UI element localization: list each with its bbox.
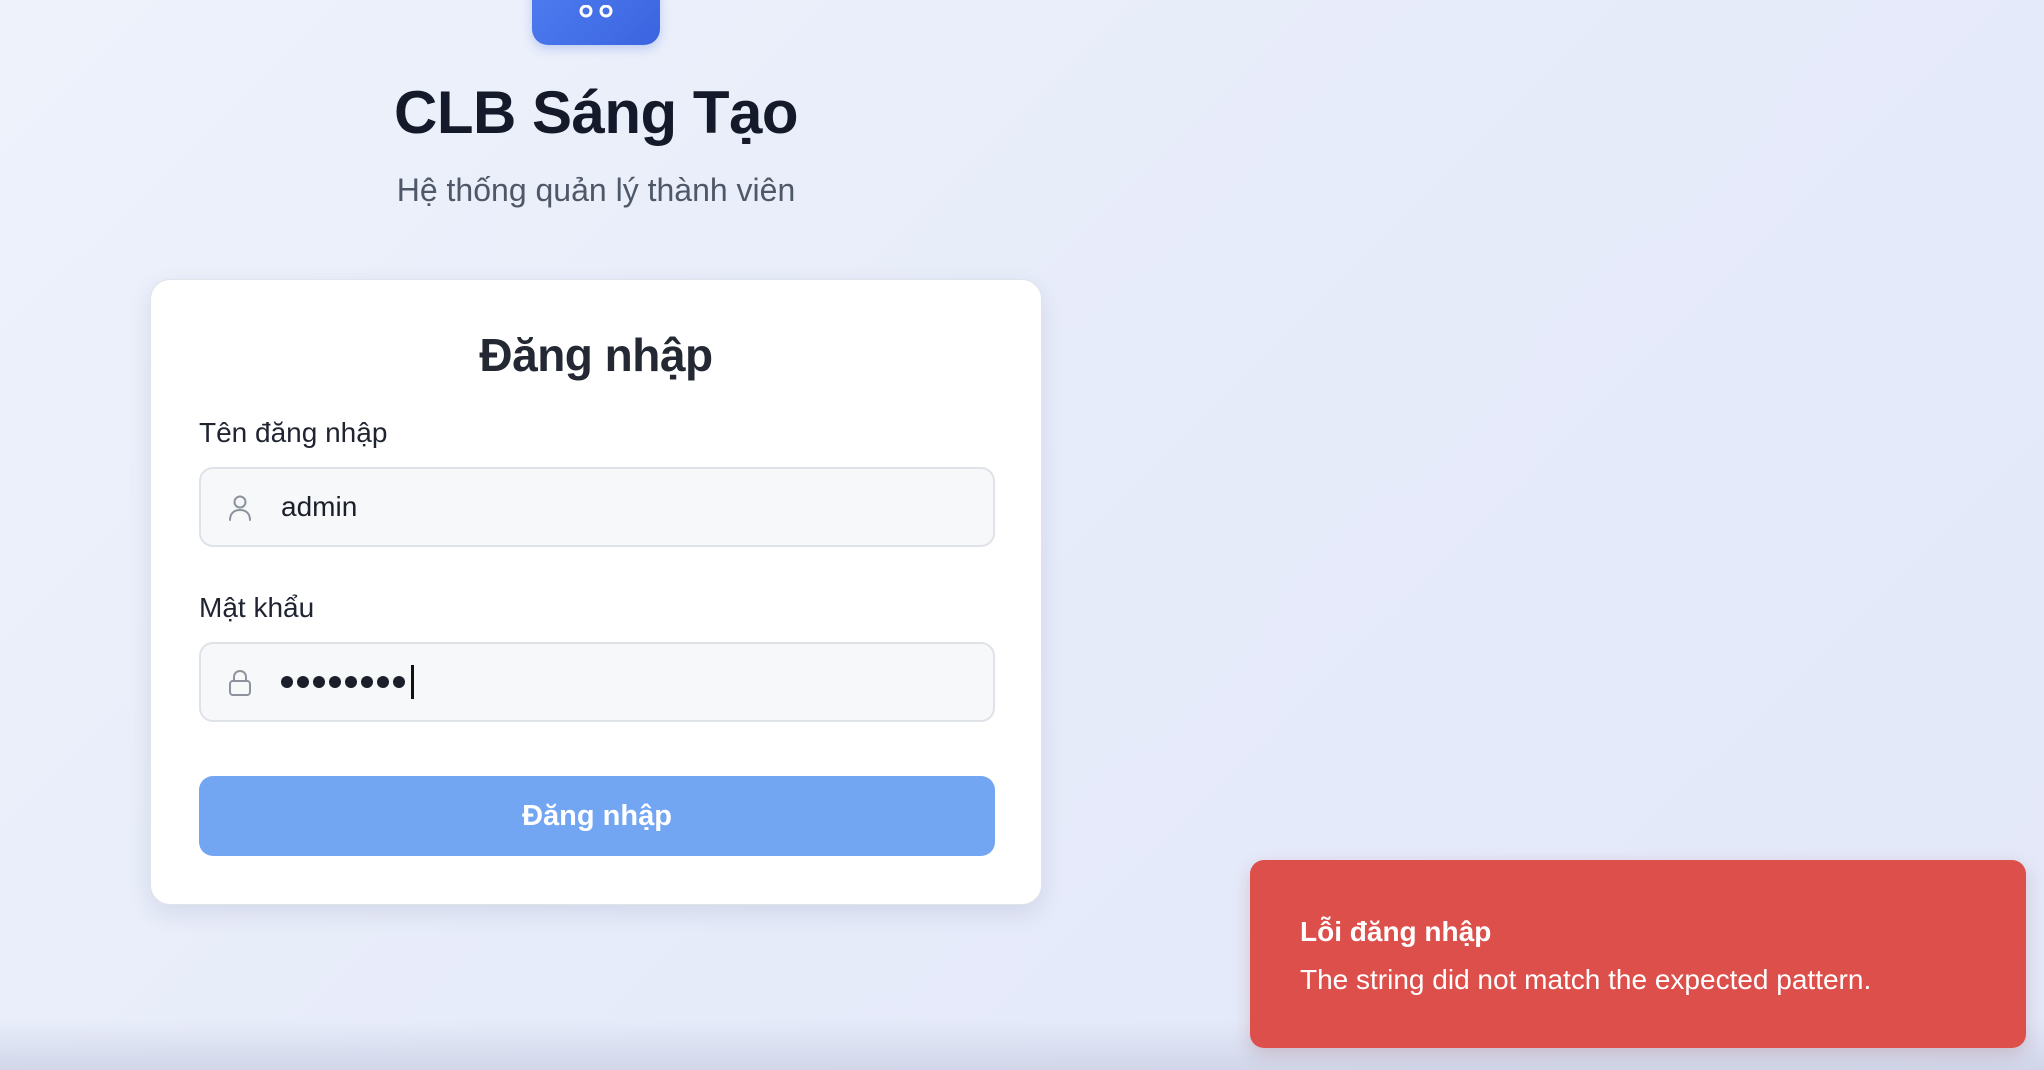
password-dot: [297, 676, 309, 688]
text-caret: [411, 665, 414, 699]
user-icon: [229, 495, 251, 521]
password-dot: [313, 676, 325, 688]
username-field[interactable]: admin: [199, 467, 995, 547]
login-button[interactable]: Đăng nhập: [199, 776, 995, 856]
username-value: admin: [281, 491, 358, 522]
app-logo: [532, 0, 660, 45]
app-subtitle: Hệ thống quản lý thành viên: [396, 172, 796, 208]
password-dot: [377, 676, 389, 688]
error-toast[interactable]: Lỗi đăng nhập The string did not match t…: [1250, 860, 2026, 1048]
login-heading: Đăng nhập: [479, 329, 713, 381]
users-icon: [579, 5, 613, 18]
password-field[interactable]: [199, 642, 995, 722]
lock-icon: [229, 669, 251, 696]
login-card: Đăng nhập Tên đăng nhập admin Mật khẩu Đ…: [150, 279, 1042, 905]
password-label: Mật khẩu: [199, 592, 315, 623]
password-dot: [393, 676, 405, 688]
password-dot: [281, 676, 293, 688]
password-value: [281, 644, 414, 720]
password-dot: [345, 676, 357, 688]
password-dot: [329, 676, 341, 688]
app-title: CLB Sáng Tạo: [393, 79, 799, 146]
username-label: Tên đăng nhập: [199, 417, 388, 448]
password-dot: [361, 676, 373, 688]
toast-title: Lỗi đăng nhập: [1300, 916, 1492, 947]
toast-message: The string did not match the expected pa…: [1300, 964, 1872, 995]
